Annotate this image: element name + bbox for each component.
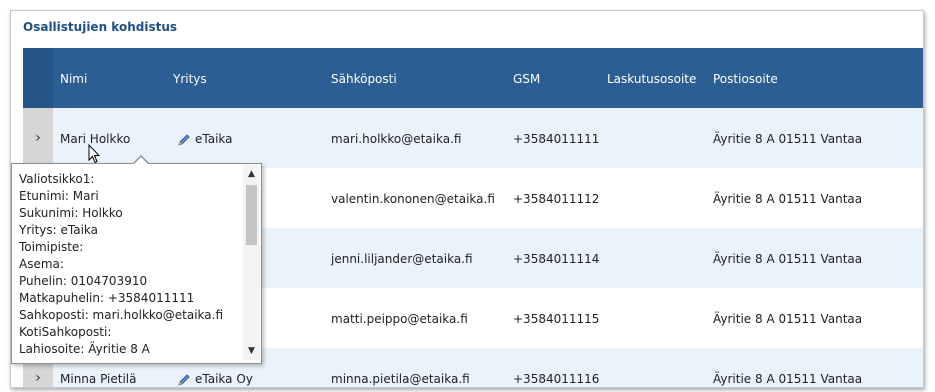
pencil-edit-icon[interactable] — [177, 133, 191, 147]
table-row[interactable]: › Mari Holkko eTaika mari.holkko@etaika.… — [23, 108, 923, 168]
cell-gsm: +3584011114 — [513, 252, 600, 266]
cell-postal-address: Äyritie 8 A 01511 Vantaa — [713, 372, 863, 386]
row-expand-chevron-icon[interactable]: › — [23, 108, 53, 168]
panel-title: Osallistujien kohdistus — [23, 20, 178, 34]
cell-email: valentin.kononen@etaika.fi — [331, 192, 495, 206]
cell-postal-address: Äyritie 8 A 01511 Vantaa — [713, 132, 863, 146]
pencil-edit-icon[interactable] — [177, 373, 191, 387]
cell-gsm: +3584011111 — [513, 132, 600, 146]
participant-details-tooltip: Valiotsikko1: Etunimi: Mari Sukunimi: Ho… — [11, 155, 262, 364]
cell-company-label: eTaika — [195, 132, 233, 146]
tooltip-content: Valiotsikko1: Etunimi: Mari Sukunimi: Ho… — [19, 171, 239, 358]
mouse-pointer-icon — [88, 144, 100, 164]
column-header-company[interactable]: Yritys — [173, 48, 207, 110]
cell-postal-address: Äyritie 8 A 01511 Vantaa — [713, 252, 863, 266]
tooltip-line: KotiSahkoposti: — [19, 325, 112, 339]
tooltip-line: Yritys: eTaika — [19, 223, 99, 237]
tooltip-line: Lahiosoite: Äyritie 8 A — [19, 342, 150, 356]
cell-company: eTaika — [177, 108, 233, 170]
scrollbar-thumb[interactable] — [246, 185, 257, 245]
header-expander-column — [23, 48, 53, 108]
cell-email: matti.peippo@etaika.fi — [331, 312, 468, 326]
cell-postal-address: Äyritie 8 A 01511 Vantaa — [713, 192, 863, 206]
tooltip-line: Sukunimi: Holkko — [19, 206, 123, 220]
tooltip-line: Matkapuhelin: +3584011111 — [19, 291, 195, 305]
tooltip-line: Toimipiste: — [19, 240, 84, 254]
cell-company-label: eTaika Oy — [195, 372, 253, 386]
tooltip-line: Puhelin: 0104703910 — [19, 274, 148, 288]
scroll-down-arrow-icon[interactable]: ▼ — [243, 344, 260, 358]
column-header-billing-address[interactable]: Laskutusosoite — [607, 48, 696, 110]
tooltip-scrollbar[interactable]: ▲ ▼ — [243, 165, 260, 360]
column-header-name[interactable]: Nimi — [60, 48, 87, 110]
column-header-gsm[interactable]: GSM — [513, 48, 540, 110]
tooltip-line: Valiotsikko1: — [19, 172, 95, 186]
cell-gsm: +3584011115 — [513, 312, 600, 326]
cell-email: minna.pietila@etaika.fi — [331, 372, 470, 386]
tooltip-pointer-fill — [133, 157, 149, 165]
column-header-postal-address[interactable]: Postiosoite — [713, 48, 778, 110]
column-header-email[interactable]: Sähköposti — [331, 48, 397, 110]
cell-email: jenni.liljander@etaika.fi — [331, 252, 473, 266]
tooltip-line: Asema: — [19, 257, 64, 271]
cell-gsm: +3584011112 — [513, 192, 600, 206]
cell-gsm: +3584011116 — [513, 372, 600, 386]
cell-email: mari.holkko@etaika.fi — [331, 132, 462, 146]
grid-header: Nimi Yritys Sähköposti GSM Laskutusosoit… — [23, 48, 923, 108]
scroll-up-arrow-icon[interactable]: ▲ — [243, 167, 260, 181]
tooltip-line: Sahkoposti: mari.holkko@etaika.fi — [19, 308, 224, 322]
tooltip-line: Etunimi: Mari — [19, 189, 99, 203]
cell-postal-address: Äyritie 8 A 01511 Vantaa — [713, 312, 863, 326]
